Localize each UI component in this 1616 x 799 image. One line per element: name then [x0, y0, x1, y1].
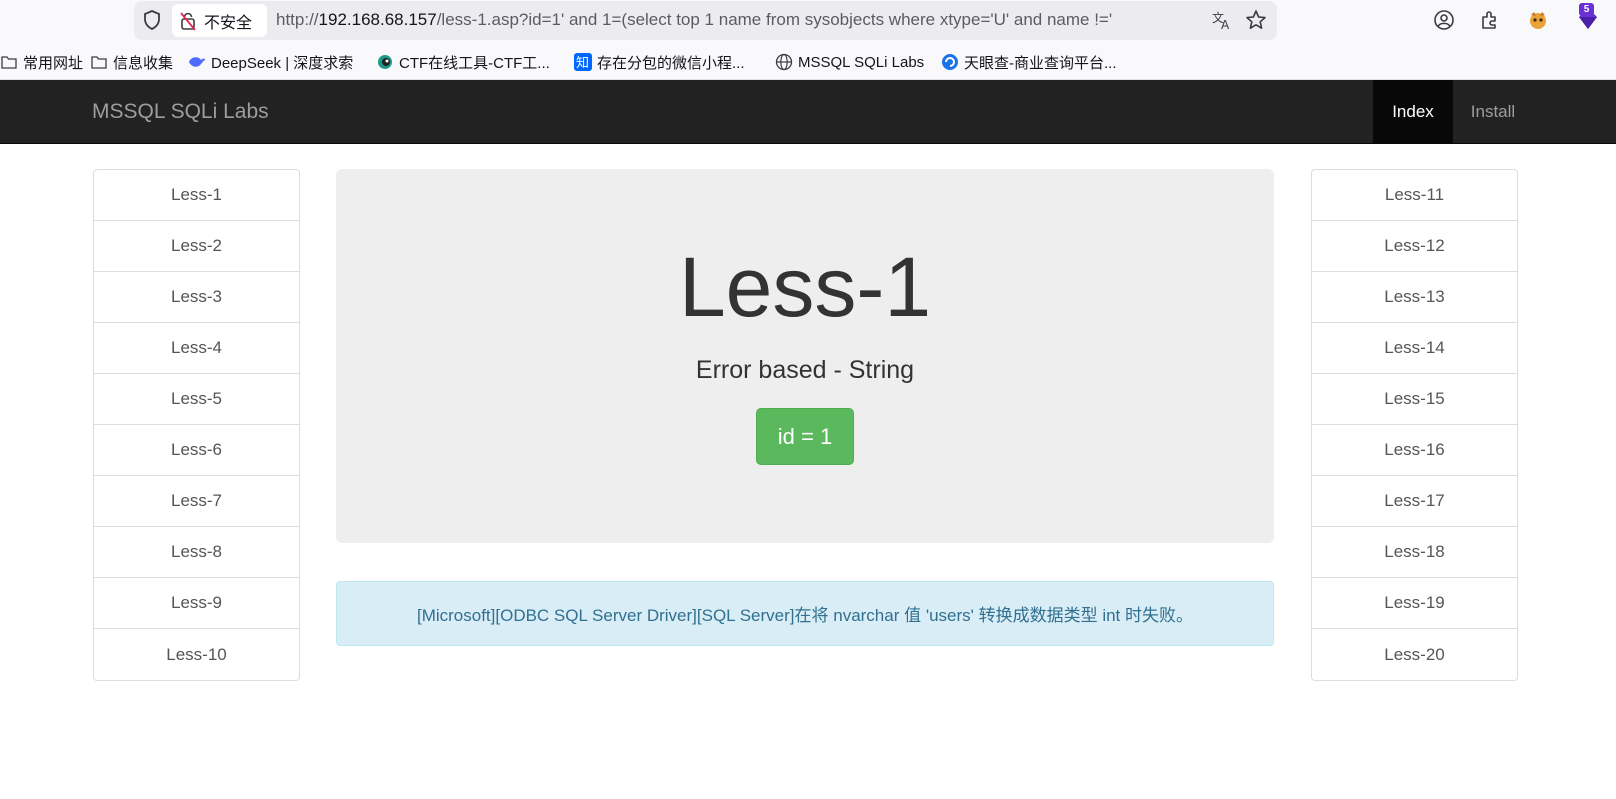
lesson-link[interactable]: Less-7 [94, 476, 299, 527]
bookmark-item[interactable]: 知 存在分包的微信小程... [574, 52, 745, 72]
lesson-link[interactable]: Less-1 [94, 170, 299, 221]
extension-count-badge: 5 [1579, 3, 1594, 16]
tianyancha-icon [941, 53, 959, 71]
lesson-link[interactable]: Less-16 [1312, 425, 1517, 476]
folder-icon [0, 53, 18, 71]
svg-text:A: A [1221, 18, 1230, 31]
tracking-protection-shield-icon[interactable] [141, 9, 163, 31]
url-prefix: http:// [276, 10, 319, 29]
lesson-link[interactable]: Less-13 [1312, 272, 1517, 323]
page-subtitle: Error based - String [695, 356, 915, 384]
lesson-link[interactable]: Less-10 [94, 629, 299, 680]
bookmark-label: 存在分包的微信小程... [597, 54, 745, 72]
site-security-indicator[interactable]: 不安全 [172, 4, 267, 37]
bookmark-label: 常用网址 [23, 54, 84, 72]
zhihu-icon: 知 [574, 53, 592, 71]
bookmark-label: MSSQL SQLi Labs [798, 53, 925, 71]
lesson-link[interactable]: Less-11 [1312, 170, 1517, 221]
lesson-link[interactable]: Less-6 [94, 425, 299, 476]
error-alert: [Microsoft][ODBC SQL Server Driver][SQL … [336, 581, 1274, 646]
lesson-jumbotron: Less-1 Error based - String id = 1 [336, 169, 1274, 543]
site-brand[interactable]: MSSQL SQLi Labs [92, 100, 269, 124]
lesson-link[interactable]: Less-2 [94, 221, 299, 272]
lesson-link[interactable]: Less-20 [1312, 629, 1517, 680]
page-title: Less-1 [678, 240, 932, 334]
extensions-puzzle-icon[interactable] [1478, 8, 1502, 32]
bookmark-label: 天眼查-商业查询平台... [964, 54, 1117, 72]
lesson-link[interactable]: Less-9 [94, 578, 299, 629]
url-path: /less-1.asp?id=1' and 1=(select top 1 na… [436, 10, 1113, 29]
translate-icon[interactable]: 文A [1210, 8, 1234, 32]
bookmark-item[interactable]: 常用网址 [0, 52, 83, 72]
site-navbar: MSSQL SQLi Labs Index Install [0, 80, 1616, 144]
lesson-link[interactable]: Less-15 [1312, 374, 1517, 425]
bookmark-item[interactable]: MSSQL SQLi Labs [775, 52, 924, 72]
globe-icon [775, 53, 793, 71]
lesson-link[interactable]: Less-18 [1312, 527, 1517, 578]
lesson-link[interactable]: Less-5 [94, 374, 299, 425]
svg-text:知: 知 [576, 55, 589, 71]
insecure-label: 不安全 [204, 14, 253, 32]
bookmark-label: DeepSeek | 深度求索 [211, 54, 354, 72]
nav-item-index[interactable]: Index [1373, 80, 1453, 144]
lesson-link[interactable]: Less-4 [94, 323, 299, 374]
right-lesson-list: Less-11 Less-12 Less-13 Less-14 Less-15 … [1311, 169, 1518, 681]
bookmark-label: CTF在线工具-CTF工... [399, 54, 550, 72]
lesson-link[interactable]: Less-8 [94, 527, 299, 578]
insecure-lock-icon [180, 11, 196, 31]
left-lesson-list: Less-1 Less-2 Less-3 Less-4 Less-5 Less-… [93, 169, 300, 681]
deepseek-icon [188, 53, 206, 71]
bookmark-star-icon[interactable] [1244, 8, 1268, 32]
nav-item-install[interactable]: Install [1453, 80, 1533, 144]
bookmark-item[interactable]: DeepSeek | 深度求索 [188, 52, 353, 72]
url-text[interactable]: http://192.168.68.157/less-1.asp?id=1' a… [276, 10, 1200, 32]
lesson-link[interactable]: Less-12 [1312, 221, 1517, 272]
id-button[interactable]: id = 1 [756, 408, 854, 465]
account-icon[interactable] [1432, 8, 1456, 32]
ctf-icon [376, 53, 394, 71]
browser-toolbar: 不安全 http://192.168.68.157/less-1.asp?id=… [0, 0, 1616, 42]
url-host: 192.168.68.157 [318, 10, 437, 29]
lesson-link[interactable]: Less-14 [1312, 323, 1517, 374]
lesson-link[interactable]: Less-19 [1312, 578, 1517, 629]
bookmarks-bar: 常用网址 信息收集 DeepSeek | 深度求索 CTF在线工具-CTF工..… [0, 42, 1616, 80]
lesson-link[interactable]: Less-17 [1312, 476, 1517, 527]
error-message: [Microsoft][ODBC SQL Server Driver][SQL … [416, 606, 1194, 625]
extension-fox-icon[interactable] [1526, 8, 1550, 32]
bookmark-item[interactable]: CTF在线工具-CTF工... [376, 52, 550, 72]
folder-icon [90, 53, 108, 71]
bookmark-item[interactable]: 信息收集 [90, 52, 173, 72]
bookmark-item[interactable]: 天眼查-商业查询平台... [941, 52, 1117, 72]
lesson-link[interactable]: Less-3 [94, 272, 299, 323]
bookmark-label: 信息收集 [113, 54, 174, 72]
